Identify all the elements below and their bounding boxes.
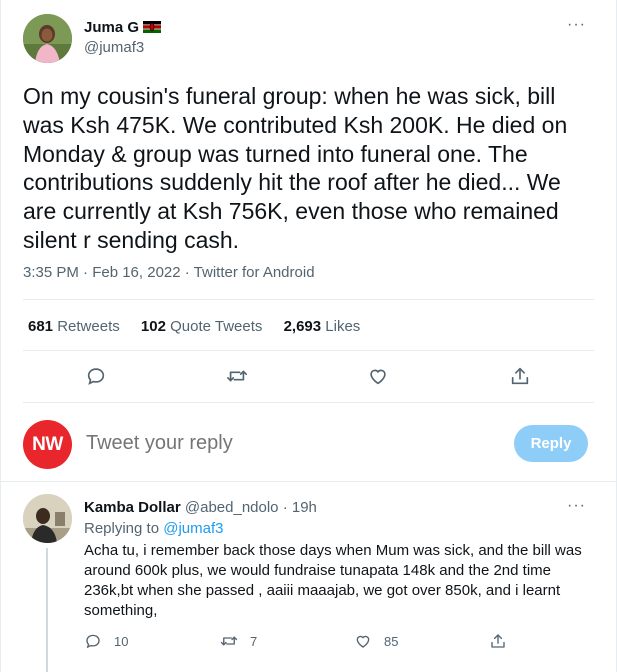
author-name[interactable]: Juma G	[84, 19, 162, 36]
reply-input[interactable]	[86, 432, 351, 455]
retweets-count: 681	[28, 318, 54, 335]
likes-label: Likes	[325, 318, 361, 335]
divider	[23, 402, 594, 403]
reply-button[interactable]: Reply	[514, 425, 588, 462]
user-avatar[interactable]: NW	[23, 420, 72, 469]
reply-more-options-icon[interactable]: ···	[567, 497, 586, 515]
like-icon[interactable]	[366, 364, 390, 388]
kenya-flag-icon	[143, 20, 162, 33]
reply-author-handle[interactable]: @abed_ndolo	[185, 499, 279, 516]
quotes-count: 102	[140, 318, 166, 335]
replying-to-prefix: Replying to	[84, 520, 164, 537]
reply-retweet-count: 7	[250, 633, 258, 649]
reply-author-name[interactable]: Kamba Dollar	[84, 499, 181, 516]
quotes-label: Quote Tweets	[170, 318, 263, 335]
retweets-stat[interactable]: 681 Retweets	[28, 318, 120, 335]
tweet-thread: Juma G @jumaf3 ··· On my cousin's funera…	[0, 0, 617, 672]
thread-line	[46, 548, 48, 672]
reply-share-action[interactable]	[489, 632, 519, 650]
tweet-timestamp[interactable]: 3:35 PM · Feb 16, 2022 · Twitter for And…	[23, 264, 315, 281]
reply-author[interactable]: Kamba Dollar @abed_ndolo · 19h	[84, 499, 317, 516]
reply-icon	[86, 634, 100, 649]
likes-stat[interactable]: 2,693 Likes	[284, 318, 361, 335]
quote-tweets-stat[interactable]: 102 Quote Tweets	[141, 318, 262, 335]
share-icon	[491, 634, 505, 648]
reply-author-avatar[interactable]	[23, 494, 72, 543]
share-icon[interactable]	[508, 364, 532, 388]
more-options-icon[interactable]: ···	[567, 16, 586, 34]
replying-to-mention[interactable]: @jumaf3	[163, 520, 223, 537]
reply-like-count: 85	[384, 633, 399, 649]
reply-reply-count: 10	[114, 633, 129, 649]
reply-reply-action[interactable]: 10	[84, 632, 128, 650]
like-icon	[356, 635, 370, 648]
reply-timestamp[interactable]: · 19h	[283, 499, 317, 516]
author-handle[interactable]: @jumaf3	[84, 39, 144, 56]
retweet-icon	[220, 636, 238, 646]
reply-author-avatar-image	[23, 494, 72, 543]
retweet-icon[interactable]	[225, 364, 249, 388]
reply-retweet-action[interactable]: 7	[220, 632, 257, 650]
reply-like-action[interactable]: 85	[354, 632, 398, 650]
replying-to: Replying to @jumaf3	[84, 520, 223, 537]
divider	[23, 299, 594, 300]
likes-count: 2,693	[283, 318, 322, 335]
author-avatar[interactable]	[23, 14, 72, 63]
divider	[23, 350, 594, 351]
author-name-text[interactable]: Juma G	[84, 19, 139, 36]
retweets-label: Retweets	[57, 318, 120, 335]
reply-text: Acha tu, i remember back those days when…	[84, 542, 582, 619]
divider	[1, 481, 616, 482]
author-avatar-image	[23, 14, 72, 63]
tweet-text: On my cousin's funeral group: when he wa…	[23, 83, 568, 253]
tweet-stats: 681 Retweets 102 Quote Tweets 2,693 Like…	[28, 318, 377, 335]
reply-icon[interactable]	[84, 364, 108, 388]
